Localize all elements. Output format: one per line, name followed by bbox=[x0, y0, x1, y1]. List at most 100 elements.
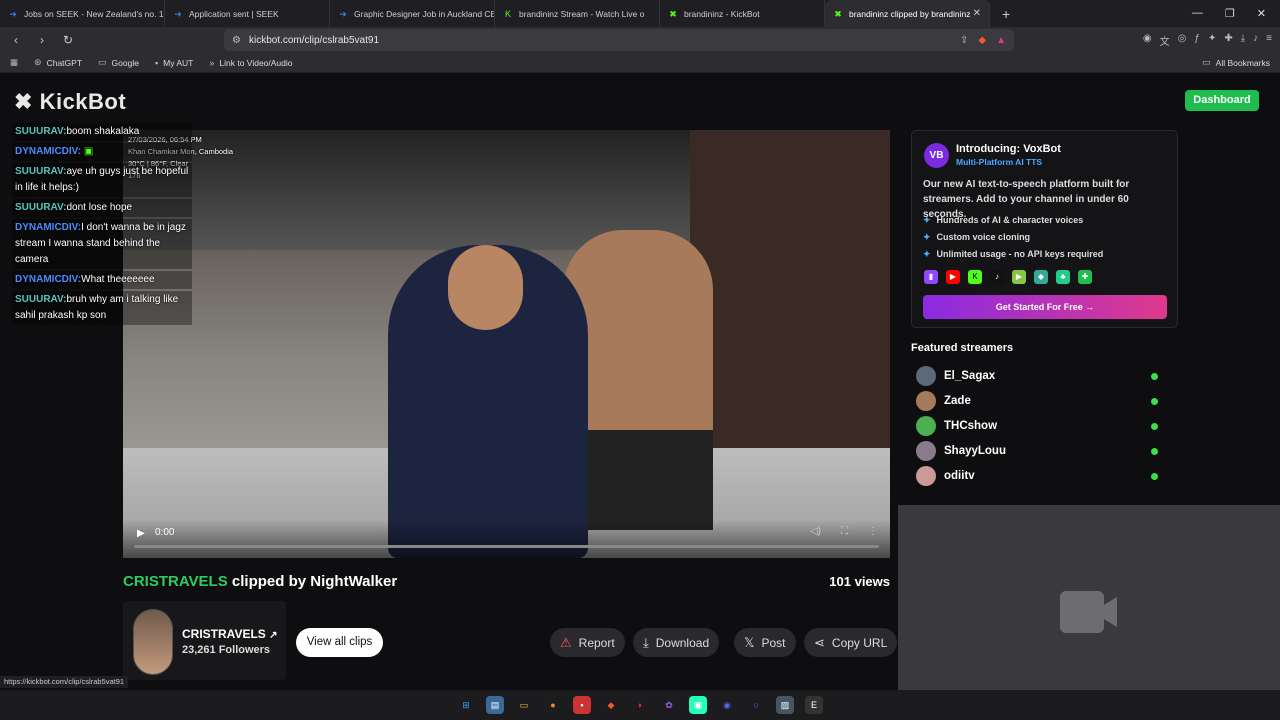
chat-message: SUUURAV:bruh why am i talking like sahil… bbox=[12, 291, 192, 325]
featured-streamer-item[interactable]: ShayyLouu bbox=[916, 441, 1166, 461]
share-icon[interactable]: ⇪ bbox=[960, 35, 968, 46]
translate-icon[interactable]: 文 bbox=[1160, 33, 1170, 48]
video-progress-bar[interactable] bbox=[134, 545, 879, 548]
chat-message: DYNAMICDIV:I don't wanna be in jagz stre… bbox=[12, 219, 192, 269]
platform-icons: ▮ ▶ K ♪ ▶ ◆ ♣ ✚ bbox=[924, 270, 1092, 284]
media-icon[interactable]: ♪ bbox=[1253, 33, 1258, 48]
external-link-icon: ↗ bbox=[269, 630, 278, 641]
promo-title: Introducing: VoxBot bbox=[956, 143, 1061, 155]
extensions-icon[interactable]: ✚ bbox=[1224, 33, 1232, 48]
back-icon[interactable]: ‹ bbox=[8, 33, 24, 47]
close-window-icon[interactable]: ✕ bbox=[1257, 7, 1266, 20]
youtube-icon: ▶ bbox=[946, 270, 960, 284]
epic-games-icon[interactable]: E bbox=[805, 696, 823, 714]
creator-followers: 23,261 Followers bbox=[182, 644, 271, 656]
windows-taskbar: ⊞ ▤ ▭ ● ▪ ◆ ◗ ✿ ▣ ◉ ○ ▨ E bbox=[0, 690, 1280, 720]
forward-icon[interactable]: › bbox=[34, 33, 50, 47]
seek-icon: ➜ bbox=[9, 8, 17, 19]
file-explorer-icon[interactable]: ▭ bbox=[515, 696, 533, 714]
post-button[interactable]: 𝕏 Post bbox=[734, 628, 796, 657]
browser-tab[interactable]: ➜ Jobs on SEEK - New Zealand's no. 1 E bbox=[0, 0, 165, 27]
extension-icon[interactable]: ◉ bbox=[1143, 33, 1152, 48]
extension-icon[interactable]: ◎ bbox=[1178, 33, 1187, 48]
bookmark-chatgpt[interactable]: ⊛ ChatGPT bbox=[34, 57, 82, 68]
link-icon: » bbox=[209, 57, 215, 68]
online-indicator bbox=[1151, 397, 1158, 405]
dashboard-button[interactable]: Dashboard bbox=[1185, 90, 1259, 111]
promo-feature: ✦ Custom voice cloning bbox=[923, 232, 1031, 242]
taskbar-app-icon[interactable]: ○ bbox=[747, 696, 765, 714]
clip-video-player[interactable]: 27/03/2026, 06:54 PM Khan Chamkar Mon, C… bbox=[123, 130, 890, 558]
online-indicator bbox=[1151, 422, 1158, 430]
twitch-icon: ▮ bbox=[924, 270, 938, 284]
minimize-icon[interactable]: — bbox=[1192, 7, 1203, 20]
maximize-icon[interactable]: ❐ bbox=[1225, 7, 1235, 20]
close-tab-icon[interactable]: ✕ bbox=[973, 8, 981, 19]
warning-icon: ⚠ bbox=[560, 634, 572, 650]
browser-tab[interactable]: ➜ Application sent | SEEK bbox=[165, 0, 330, 27]
online-indicator bbox=[1151, 372, 1158, 380]
play-icon[interactable]: ▶ bbox=[137, 528, 145, 539]
taskbar-app-icon[interactable]: ▣ bbox=[689, 696, 707, 714]
apps-icon[interactable]: ▦ bbox=[10, 57, 18, 68]
status-bar-url: https://kickbot.com/clip/cslrab5vat91 bbox=[0, 676, 129, 688]
windows-start-icon[interactable]: ⊞ bbox=[457, 696, 475, 714]
brave-shield-icon[interactable]: ◆ bbox=[978, 35, 986, 46]
kick-icon: K bbox=[968, 270, 982, 284]
featured-streamer-item[interactable]: Zade bbox=[916, 391, 1166, 411]
all-bookmarks[interactable]: ▭ All Bookmarks bbox=[1202, 57, 1270, 68]
fullscreen-icon[interactable]: ⛶ bbox=[841, 526, 848, 537]
figma-icon[interactable]: ✿ bbox=[660, 696, 678, 714]
bookmark-my-aut[interactable]: ▪ My AUT bbox=[155, 58, 193, 68]
download-button[interactable]: ⤓ Download bbox=[633, 628, 720, 657]
volume-icon[interactable]: ◁) bbox=[810, 526, 821, 537]
site-info-icon[interactable]: ⚙ bbox=[232, 35, 241, 46]
discord-icon[interactable]: ◉ bbox=[718, 696, 736, 714]
address-bar[interactable]: ⚙ kickbot.com/clip/cslrab5vat91 ⇪ ◆ ▲ bbox=[224, 29, 1014, 51]
more-options-icon[interactable]: ⋮ bbox=[868, 526, 878, 537]
avatar[interactable] bbox=[133, 609, 173, 675]
featured-streamer-item[interactable]: El_Sagax bbox=[916, 366, 1166, 386]
kickbot-icon: ✖ bbox=[834, 8, 842, 19]
taskbar-app-icon[interactable]: ● bbox=[544, 696, 562, 714]
taskbar-app-icon[interactable]: ▨ bbox=[776, 696, 794, 714]
browser-tab[interactable]: ➜ Graphic Designer Job in Auckland CE bbox=[330, 0, 495, 27]
tiktok-icon: ♪ bbox=[990, 270, 1004, 284]
avatar bbox=[916, 391, 936, 411]
browser-tab[interactable]: ✖ brandininz - KickBot bbox=[660, 0, 825, 27]
brave-rewards-icon[interactable]: ▲ bbox=[996, 35, 1006, 46]
bookmark-google[interactable]: ▭ Google bbox=[98, 57, 139, 68]
copy-url-button[interactable]: ⋖ Copy URL bbox=[804, 628, 898, 657]
reload-icon[interactable]: ↻ bbox=[60, 33, 76, 47]
rumble-icon: ▶ bbox=[1012, 270, 1026, 284]
browser-tab[interactable]: Kbrandininz Stream - Watch Live o bbox=[495, 0, 660, 27]
taskbar-app-icon[interactable]: ▪ bbox=[573, 696, 591, 714]
taskbar-app-icon[interactable]: ◗ bbox=[631, 696, 649, 714]
creator-card: CRISTRAVELS ↗ 23,261 Followers bbox=[123, 601, 286, 680]
taskbar-app-icon[interactable]: ▤ bbox=[486, 696, 504, 714]
brave-browser-icon[interactable]: ◆ bbox=[602, 696, 620, 714]
featured-streamer-item[interactable]: odiitv bbox=[916, 466, 1166, 486]
sparkle-icon: ✦ bbox=[923, 249, 931, 259]
video-frame-person bbox=[388, 245, 588, 558]
video-camera-icon bbox=[1060, 591, 1104, 633]
get-started-button[interactable]: Get Started For Free → bbox=[923, 295, 1167, 319]
picture-in-picture-window[interactable] bbox=[898, 505, 1280, 690]
clip-streamer-link[interactable]: CRISTRAVELS bbox=[123, 573, 228, 590]
folder-icon: ▭ bbox=[98, 57, 107, 67]
extension-icon[interactable]: ✦ bbox=[1208, 33, 1216, 48]
featured-streamer-item[interactable]: THCshow bbox=[916, 416, 1166, 436]
platform-icon: ◆ bbox=[1034, 270, 1048, 284]
view-all-clips-button[interactable]: View all clips bbox=[296, 628, 383, 657]
creator-name[interactable]: CRISTRAVELS ↗ bbox=[182, 627, 278, 641]
extension-icon[interactable]: ƒ bbox=[1194, 33, 1200, 48]
browser-tab-active[interactable]: ✖ brandininz clipped by brandininz ✕ bbox=[825, 0, 990, 27]
report-button[interactable]: ⚠ Report bbox=[550, 628, 625, 657]
menu-icon[interactable]: ≡ bbox=[1266, 33, 1272, 48]
download-icon[interactable]: ⤓ bbox=[1241, 33, 1245, 48]
new-tab-icon[interactable]: + bbox=[1002, 6, 1010, 22]
kickbot-logo[interactable]: ✖ KickBot bbox=[14, 89, 126, 115]
browser-toolbar: ‹ › ↻ ⚙ kickbot.com/clip/cslrab5vat91 ⇪ … bbox=[0, 27, 1280, 53]
chat-message: SUUURAV:dont lose hope bbox=[12, 199, 192, 217]
bookmark-link-video[interactable]: » Link to Video/Audio bbox=[209, 58, 292, 68]
